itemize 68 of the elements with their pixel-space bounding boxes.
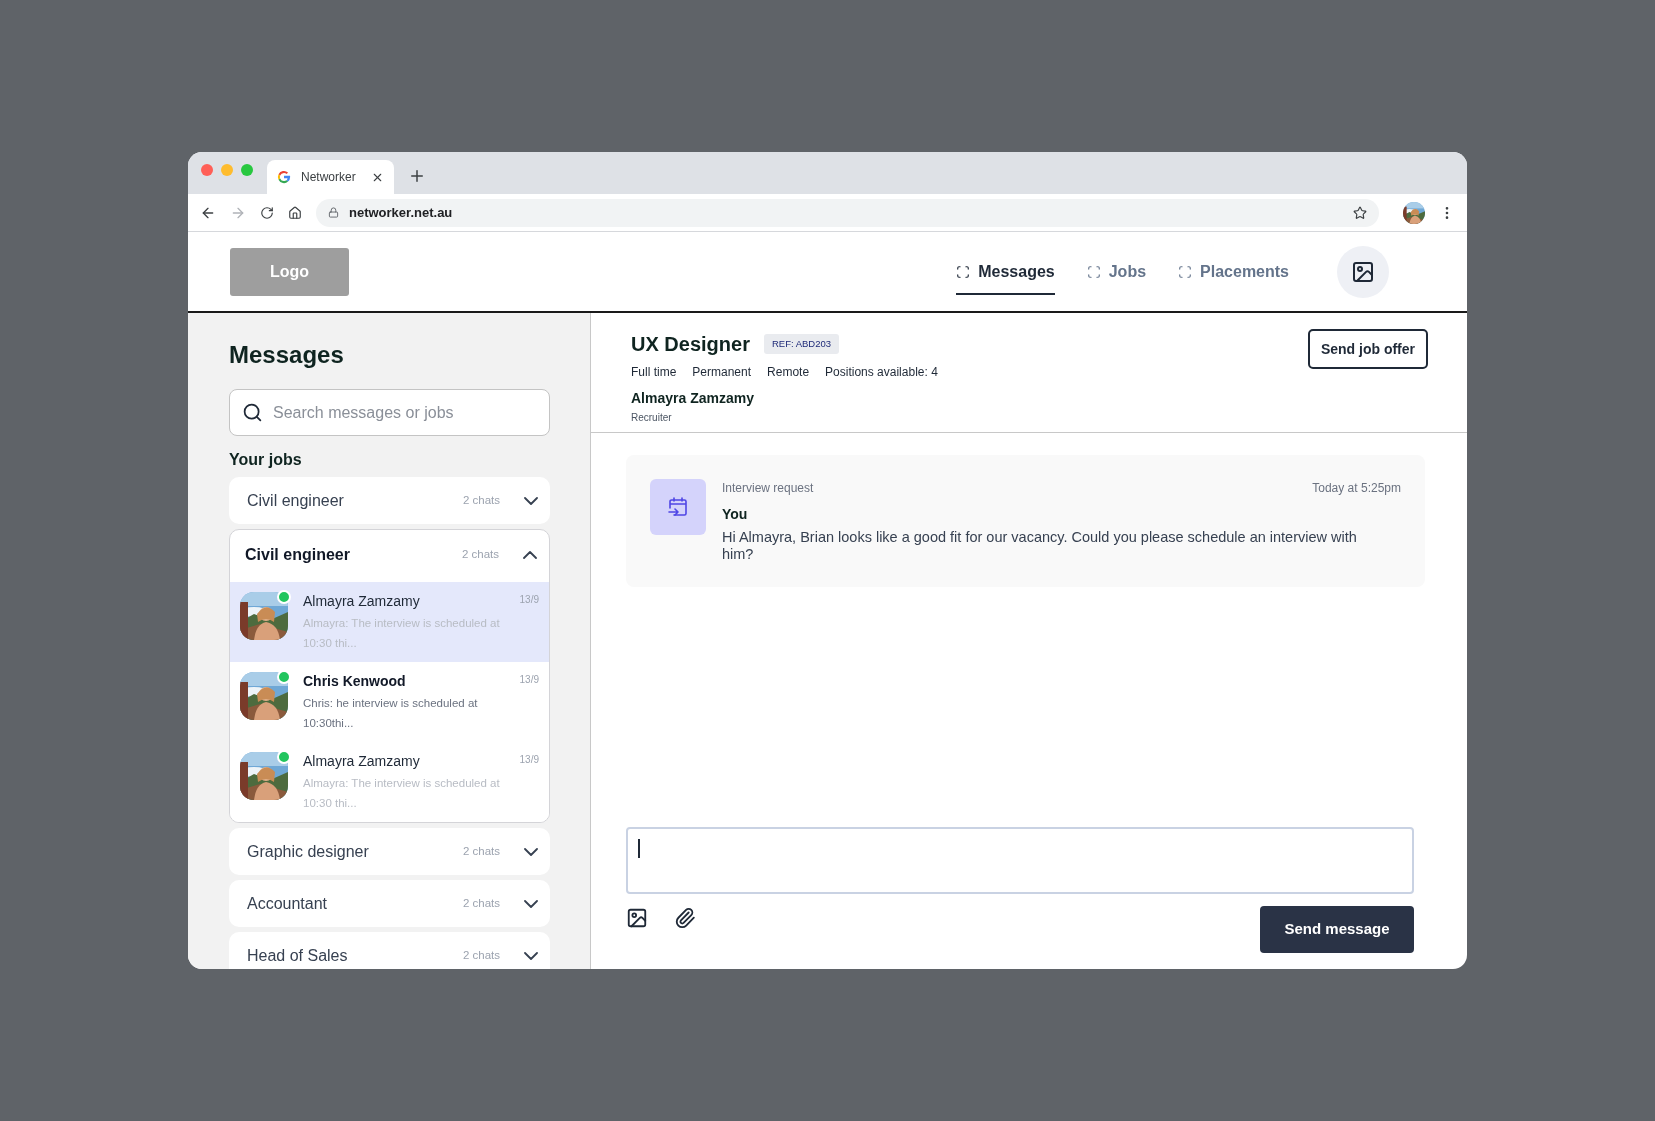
contact-name: Almayra Zamzamy bbox=[303, 752, 420, 771]
browser-tab[interactable]: Networker bbox=[267, 160, 394, 194]
scan-frame-icon bbox=[1178, 264, 1193, 279]
chevron-down-icon bbox=[524, 951, 538, 960]
tab-title: Networker bbox=[301, 169, 357, 186]
message-type: Interview request bbox=[722, 480, 814, 497]
chat-count: 2 chats bbox=[462, 947, 500, 963]
message-date: 13/9 bbox=[519, 673, 539, 687]
job-attribute: Remote bbox=[767, 364, 810, 381]
scan-frame-icon bbox=[1086, 264, 1101, 279]
message-text: Hi Almayra, Brian looks like a good fit for our vacancy. Could you please schedule an interview with him? bbox=[722, 529, 1358, 563]
new-tab-icon[interactable] bbox=[408, 167, 426, 185]
chat-count: 2 chats bbox=[462, 492, 500, 508]
lock-icon bbox=[328, 207, 339, 218]
recruiter-role: Recruiter bbox=[631, 411, 673, 425]
message-date: 13/9 bbox=[519, 593, 539, 607]
search-icon bbox=[242, 402, 263, 423]
chevron-down-icon bbox=[524, 899, 538, 908]
job-reference-tag: REF: ABD203 bbox=[763, 333, 840, 355]
send-job-offer-button[interactable]: Send job offer bbox=[1307, 329, 1428, 369]
job-title: Civil engineer bbox=[247, 490, 345, 511]
job-title: Accountant bbox=[247, 893, 329, 914]
message-time: Today at 5:25pm bbox=[1312, 480, 1401, 497]
message-date: 13/9 bbox=[519, 753, 539, 767]
job-header[interactable]: Head of Sales 2 chats bbox=[229, 932, 550, 969]
scan-frame-icon bbox=[956, 264, 971, 279]
chevron-up-icon bbox=[523, 551, 537, 559]
job-header[interactable]: Graphic designer 2 chats bbox=[229, 828, 550, 875]
recruiter-name: Almayra Zamzamy bbox=[631, 389, 755, 408]
nav-tab[interactable]: Placements bbox=[1178, 248, 1289, 295]
message-input-field[interactable] bbox=[626, 827, 1414, 894]
job-attribute: Permanent bbox=[692, 364, 752, 381]
send-message-button[interactable]: Send message bbox=[1260, 906, 1414, 953]
message-preview: Almayra: The interview is scheduled at 10:30 thi... bbox=[303, 776, 501, 811]
job-header[interactable]: Accountant 2 chats bbox=[229, 880, 550, 927]
job-title: Head of Sales bbox=[247, 945, 349, 966]
job-title-heading: UX Designer bbox=[631, 332, 750, 357]
sidebar-title: Messages bbox=[229, 340, 345, 370]
job-title: Civil engineer bbox=[245, 545, 351, 565]
address-field[interactable]: networker.net.au bbox=[316, 198, 1379, 227]
url-text: networker.net.au bbox=[349, 203, 454, 222]
reload-icon[interactable] bbox=[260, 205, 274, 220]
chat-count: 2 chats bbox=[462, 843, 500, 859]
star-icon[interactable] bbox=[1353, 205, 1367, 220]
section-label: Your jobs bbox=[229, 450, 303, 470]
nav-tab[interactable]: Messages bbox=[956, 248, 1055, 295]
job-header[interactable]: Civil engineer 2 chats bbox=[229, 477, 550, 524]
image-icon bbox=[1351, 259, 1375, 284]
search-field[interactable]: Search messages or jobs bbox=[229, 389, 550, 436]
contact-name: Chris Kenwood bbox=[303, 672, 406, 691]
chat-count: 2 chats bbox=[461, 547, 499, 563]
home-icon[interactable] bbox=[288, 205, 302, 220]
contact-name: Almayra Zamzamy bbox=[303, 592, 420, 611]
message-sender: You bbox=[722, 505, 749, 524]
nav-tab[interactable]: Jobs bbox=[1086, 248, 1147, 295]
text-cursor bbox=[638, 839, 640, 858]
image-icon[interactable] bbox=[626, 907, 648, 929]
job-header[interactable]: Civil engineer 2 chats bbox=[230, 530, 549, 580]
chat-count: 2 chats bbox=[462, 895, 500, 911]
message-preview: Chris: he interview is scheduled at 10:30thi... bbox=[303, 696, 479, 731]
chevron-down-icon bbox=[524, 496, 538, 505]
chevron-down-icon bbox=[524, 847, 538, 856]
google-logo-icon bbox=[277, 170, 291, 184]
paperclip-icon[interactable] bbox=[674, 907, 696, 929]
job-title: Graphic designer bbox=[247, 841, 370, 862]
job-attribute: Full time bbox=[631, 364, 677, 381]
profile-image-button[interactable] bbox=[1337, 245, 1389, 298]
job-attribute: Positions available: 4 bbox=[825, 364, 938, 381]
